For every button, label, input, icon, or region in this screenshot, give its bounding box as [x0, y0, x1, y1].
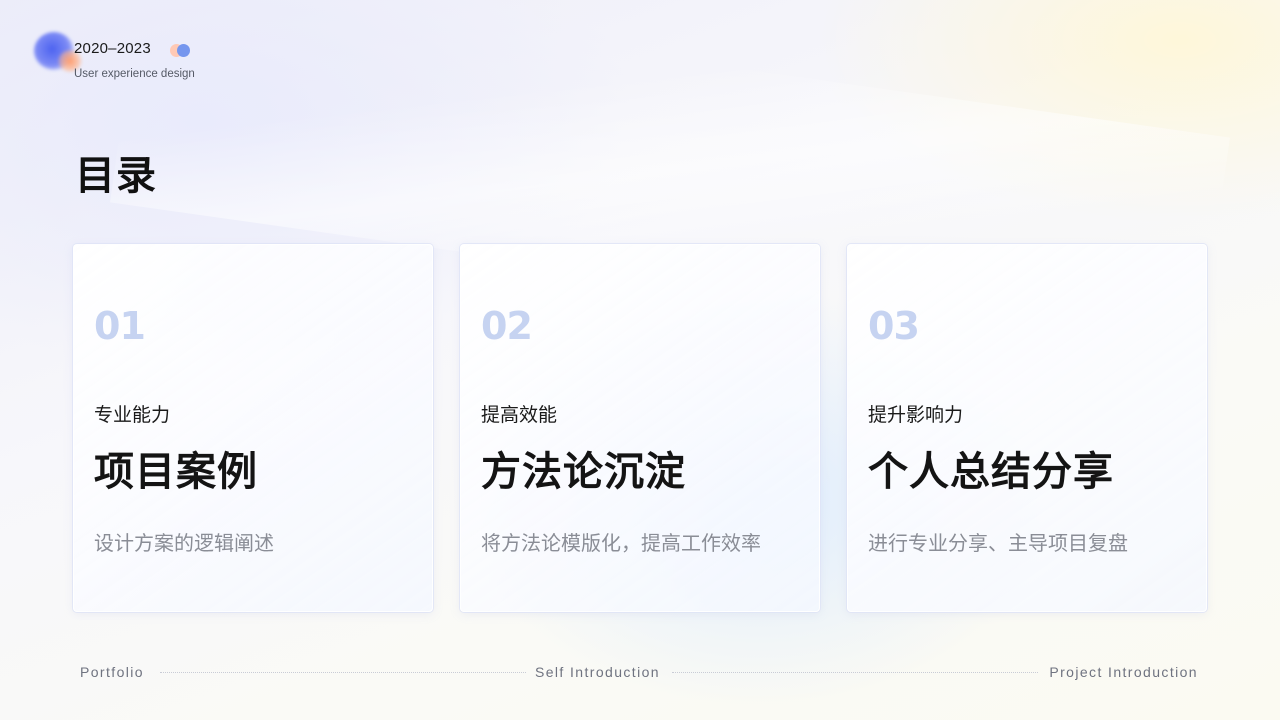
- card-description: 将方法论模版化，提高工作效率: [481, 531, 761, 555]
- card-title: 个人总结分享: [868, 449, 1114, 495]
- footer-project-introduction-label: Project Introduction: [1049, 664, 1198, 680]
- footer-divider: [672, 672, 1038, 673]
- card-subtitle: 专业能力: [94, 404, 171, 426]
- footer-divider: [160, 672, 526, 673]
- brand-header: 2020–2023 User experience design: [32, 28, 272, 88]
- footer-portfolio-label: Portfolio: [80, 664, 144, 680]
- card-subtitle: 提高效能: [481, 404, 558, 426]
- card-number: 02: [481, 304, 533, 348]
- card-personal-sharing[interactable]: 03 提升影响力 个人总结分享 进行专业分享、主导项目复盘: [847, 244, 1207, 612]
- card-subtitle: 提升影响力: [868, 404, 964, 426]
- card-title: 项目案例: [94, 449, 258, 495]
- footer-nav: Portfolio Self Introduction Project Intr…: [80, 660, 1200, 684]
- card-description: 设计方案的逻辑阐述: [94, 531, 274, 555]
- page-title: 目录: [75, 153, 157, 199]
- card-number: 01: [94, 304, 146, 348]
- brand-subtitle: User experience design: [74, 68, 195, 80]
- blue-dot: [177, 44, 190, 57]
- card-number: 03: [868, 304, 920, 348]
- card-title: 方法论沉淀: [481, 449, 686, 495]
- brand-years: 2020–2023: [74, 40, 151, 57]
- card-description: 进行专业分享、主导项目复盘: [868, 531, 1128, 555]
- contents-cards: 01 专业能力 项目案例 设计方案的逻辑阐述 02 提高效能 方法论沉淀 将方法…: [73, 244, 1209, 614]
- card-methodology[interactable]: 02 提高效能 方法论沉淀 将方法论模版化，提高工作效率: [460, 244, 820, 612]
- brand-dots-icon: [170, 44, 196, 58]
- card-project-cases[interactable]: 01 专业能力 项目案例 设计方案的逻辑阐述: [73, 244, 433, 612]
- footer-self-introduction-label: Self Introduction: [535, 664, 660, 680]
